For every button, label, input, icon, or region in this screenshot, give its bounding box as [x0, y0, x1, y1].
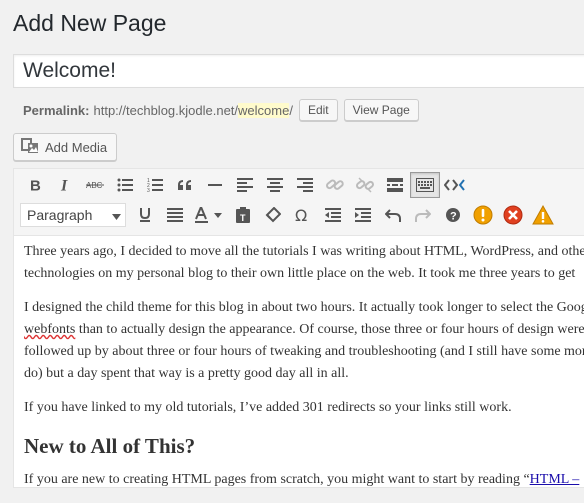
svg-text:Ω: Ω: [295, 208, 307, 222]
permalink-slug[interactable]: welcome: [238, 102, 290, 118]
add-media-icon: [21, 137, 45, 157]
paragraph-3: If you have linked to my old tutorials, …: [24, 400, 512, 415]
add-media-button[interactable]: Add Media: [13, 133, 117, 161]
page-title: Add New Page: [13, 10, 167, 36]
text-color-icon[interactable]: [190, 202, 228, 228]
error-red-icon[interactable]: [498, 202, 528, 228]
paragraph-2: I designed the child theme for this blog…: [24, 297, 584, 385]
code-icon[interactable]: [440, 172, 470, 198]
paragraph-2-text-b: than to actually design the appearance. …: [24, 322, 584, 381]
horizontal-rule-icon[interactable]: [200, 172, 230, 198]
paragraph-1: Three years ago, I decided to move all t…: [24, 244, 584, 281]
warning-orange-icon[interactable]: [468, 202, 498, 228]
blockquote-icon[interactable]: [170, 172, 200, 198]
read-more-icon[interactable]: [380, 172, 410, 198]
justify-icon[interactable]: [160, 202, 190, 228]
strikethrough-icon[interactable]: ABC: [80, 172, 110, 198]
bullet-list-icon[interactable]: [110, 172, 140, 198]
underline-icon[interactable]: [130, 202, 160, 228]
view-page-button[interactable]: View Page: [343, 99, 419, 121]
unlink-icon[interactable]: [350, 172, 380, 198]
align-center-icon[interactable]: [260, 172, 290, 198]
svg-text:?: ?: [450, 211, 457, 223]
special-character-icon[interactable]: Ω: [288, 202, 318, 228]
editor-content[interactable]: Three years ago, I decided to move all t…: [24, 241, 584, 503]
misspelled-word: webfonts: [24, 322, 76, 337]
redo-icon[interactable]: [408, 202, 438, 228]
format-select[interactable]: Paragraph: [20, 203, 126, 227]
numbered-list-icon[interactable]: 123: [140, 172, 170, 198]
undo-icon[interactable]: [378, 202, 408, 228]
chevron-down-icon: [112, 207, 121, 223]
outdent-icon[interactable]: [318, 202, 348, 228]
clear-formatting-icon[interactable]: [258, 202, 288, 228]
permalink-trailing-slash: /: [289, 102, 293, 118]
toolbar-row-1: B I ABC 123: [20, 171, 470, 199]
post-title-input[interactable]: [13, 54, 584, 88]
help-icon[interactable]: ?: [438, 202, 468, 228]
paragraph-4: If you are new to creating HTML pages fr…: [24, 469, 584, 491]
indent-icon[interactable]: [348, 202, 378, 228]
warning-triangle-icon[interactable]: [528, 202, 558, 228]
align-left-icon[interactable]: [230, 172, 260, 198]
add-media-label: Add Media: [45, 139, 108, 155]
svg-text:3: 3: [147, 188, 150, 192]
svg-text:T: T: [240, 213, 246, 223]
format-select-value: Paragraph: [27, 207, 93, 223]
toolbar-row-2: Paragraph T Ω ?: [20, 201, 558, 229]
editor: B I ABC 123 Paragraph T Ω ? Three years …: [13, 168, 584, 488]
html-tutorial-link[interactable]: HTML –: [530, 472, 580, 487]
edit-permalink-button[interactable]: Edit: [298, 99, 338, 121]
align-right-icon[interactable]: [290, 172, 320, 198]
permalink-base-url: http://techblog.kjodle.net/: [93, 102, 239, 118]
content-heading: New to All of This?: [24, 434, 196, 458]
svg-text:B: B: [30, 178, 41, 192]
bold-icon[interactable]: B: [20, 172, 50, 198]
paragraph-2-text-a: I designed the child theme for this blog…: [24, 300, 584, 315]
paragraph-4-text: If you are new to creating HTML pages fr…: [24, 472, 530, 487]
permalink-row: Permalink: http://techblog.kjodle.net/we…: [23, 99, 419, 121]
editor-toolbar: B I ABC 123 Paragraph T Ω ?: [14, 169, 584, 236]
insert-link-icon[interactable]: [320, 172, 350, 198]
permalink-label: Permalink:: [23, 102, 90, 118]
svg-text:I: I: [60, 178, 68, 192]
paste-as-text-icon[interactable]: T: [228, 202, 258, 228]
italic-icon[interactable]: I: [50, 172, 80, 198]
toolbar-toggle-icon[interactable]: [410, 172, 440, 198]
